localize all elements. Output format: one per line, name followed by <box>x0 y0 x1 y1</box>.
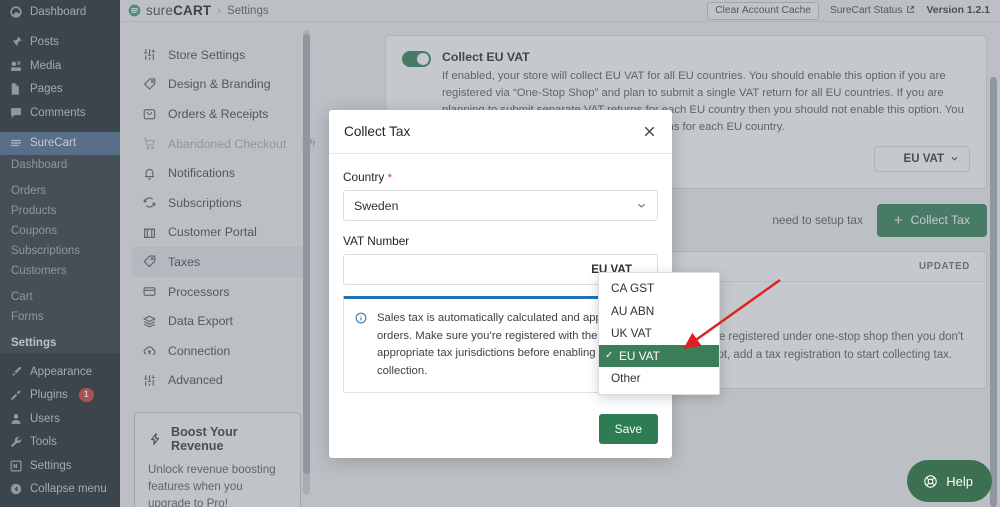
country-select-value: Sweden <box>354 199 398 213</box>
dropdown-option-eu-vat[interactable]: ✓ EU VAT <box>599 345 719 368</box>
dropdown-option-ca-gst[interactable]: CA GST <box>599 277 719 300</box>
country-field-label: Country * <box>343 170 658 184</box>
dropdown-option-au-abn[interactable]: AU ABN <box>599 300 719 323</box>
dropdown-option-label: CA GST <box>611 281 654 295</box>
dropdown-option-uk-vat[interactable]: UK VAT <box>599 322 719 345</box>
modal-title: Collect Tax <box>344 124 410 139</box>
vat-number-field-label: VAT Number <box>343 234 658 248</box>
country-label-text: Country <box>343 170 384 184</box>
dropdown-option-label: Other <box>611 371 641 385</box>
dropdown-option-label: AU ABN <box>611 304 654 318</box>
save-button[interactable]: Save <box>599 414 658 444</box>
vat-type-dropdown: CA GST AU ABN UK VAT ✓ EU VAT Other <box>598 272 720 395</box>
dropdown-option-label: EU VAT <box>619 349 660 363</box>
required-asterisk: * <box>388 172 392 184</box>
dropdown-option-label: UK VAT <box>611 326 652 340</box>
chevron-down-icon <box>636 200 647 211</box>
screen: Dashboard Posts Media Pages Comments Sur… <box>0 0 1000 507</box>
modal-footer: Save <box>329 403 672 458</box>
dropdown-option-other[interactable]: Other <box>599 367 719 390</box>
modal-header: Collect Tax <box>329 110 672 154</box>
help-button[interactable]: Help <box>907 460 992 502</box>
help-button-label: Help <box>946 474 973 489</box>
lifebuoy-icon <box>923 474 938 489</box>
country-select[interactable]: Sweden <box>343 190 658 221</box>
check-icon: ✓ <box>605 350 616 361</box>
close-icon[interactable] <box>642 124 657 139</box>
info-icon <box>355 312 367 324</box>
